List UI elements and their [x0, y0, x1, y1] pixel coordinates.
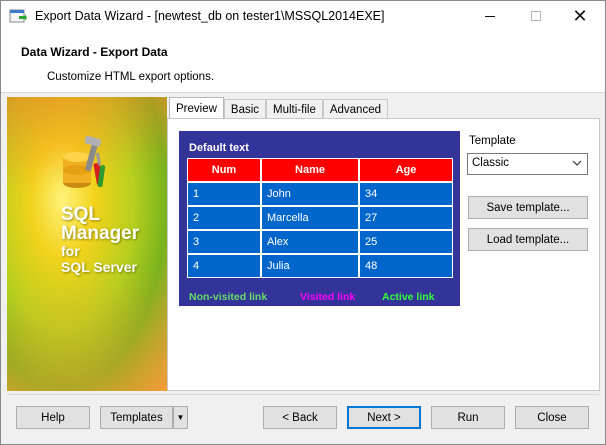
template-selected-value: Classic: [472, 157, 510, 169]
tab-basic[interactable]: Basic: [223, 99, 267, 120]
table-cell: 27: [359, 206, 453, 230]
options-tabs: Preview Basic Multi-file Advanced: [169, 97, 388, 120]
table-cell: Marcella: [261, 206, 359, 230]
banner-product-name: SQL Manager for SQL Server: [61, 204, 140, 275]
maximize-icon: [531, 11, 541, 21]
templates-button[interactable]: Templates: [100, 406, 173, 429]
table-row: 3 Alex 25: [187, 230, 453, 254]
export-wizard-window: Export Data Wizard - [newtest_db on test…: [0, 0, 606, 445]
nonvisited-link-sample: Non-visited link: [189, 291, 268, 303]
table-row: 4 Julia 48: [187, 254, 453, 278]
table-row: 1 John 34: [187, 182, 453, 206]
table-cell: 4: [187, 254, 261, 278]
wizard-step-title: Data Wizard - Export Data: [21, 45, 168, 59]
save-template-button[interactable]: Save template...: [468, 196, 588, 219]
window-title: Export Data Wizard - [newtest_db on test…: [35, 9, 385, 23]
close-window-button[interactable]: ✕: [557, 1, 603, 31]
help-button[interactable]: Help: [16, 406, 90, 429]
minimize-button[interactable]: [467, 1, 513, 31]
chevron-down-icon: [572, 160, 582, 166]
column-header: Age: [359, 158, 453, 182]
app-icon: [9, 9, 27, 23]
table-cell: John: [261, 182, 359, 206]
product-banner: SQL Manager for SQL Server: [7, 97, 167, 391]
table-cell: Julia: [261, 254, 359, 278]
table-cell: Alex: [261, 230, 359, 254]
table-cell: 3: [187, 230, 261, 254]
preview-table: Num Name Age 1 John 34 2 Marcella 27 3 A…: [187, 158, 453, 278]
table-cell: 48: [359, 254, 453, 278]
wizard-header: Data Wizard - Export Data Customize HTML…: [1, 31, 605, 93]
html-preview: Default text Num Name Age 1 John 34 2 Ma…: [179, 131, 460, 306]
dropdown-arrow-icon: ▼: [176, 413, 185, 422]
back-button[interactable]: < Back: [263, 406, 337, 429]
sql-manager-logo-icon: [63, 135, 106, 188]
table-cell: 25: [359, 230, 453, 254]
templates-dropdown-button[interactable]: ▼: [173, 406, 188, 429]
visited-link-sample: Visited link: [300, 291, 356, 303]
wizard-step-subtitle: Customize HTML export options.: [47, 71, 215, 83]
table-row: 2 Marcella 27: [187, 206, 453, 230]
table-cell: 34: [359, 182, 453, 206]
load-template-button[interactable]: Load template...: [468, 228, 588, 251]
column-header: Num: [187, 158, 261, 182]
maximize-button[interactable]: [513, 1, 559, 31]
preview-table-header: Num Name Age: [187, 158, 453, 182]
column-header: Name: [261, 158, 359, 182]
close-icon: ✕: [572, 5, 588, 26]
footer-separator: [7, 394, 599, 395]
template-label: Template: [469, 135, 516, 147]
close-button[interactable]: Close: [515, 406, 589, 429]
next-button[interactable]: Next >: [347, 406, 421, 429]
tab-preview[interactable]: Preview: [169, 97, 224, 120]
tab-advanced[interactable]: Advanced: [322, 99, 388, 120]
table-cell: 2: [187, 206, 261, 230]
run-button[interactable]: Run: [431, 406, 505, 429]
table-cell: 1: [187, 182, 261, 206]
active-link-sample: Active link: [382, 291, 435, 303]
template-select[interactable]: Classic: [467, 153, 588, 175]
minimize-icon: [485, 15, 495, 17]
tab-multi-file[interactable]: Multi-file: [266, 99, 323, 120]
preview-default-text: Default text: [189, 142, 249, 154]
title-bar: Export Data Wizard - [newtest_db on test…: [1, 1, 605, 31]
